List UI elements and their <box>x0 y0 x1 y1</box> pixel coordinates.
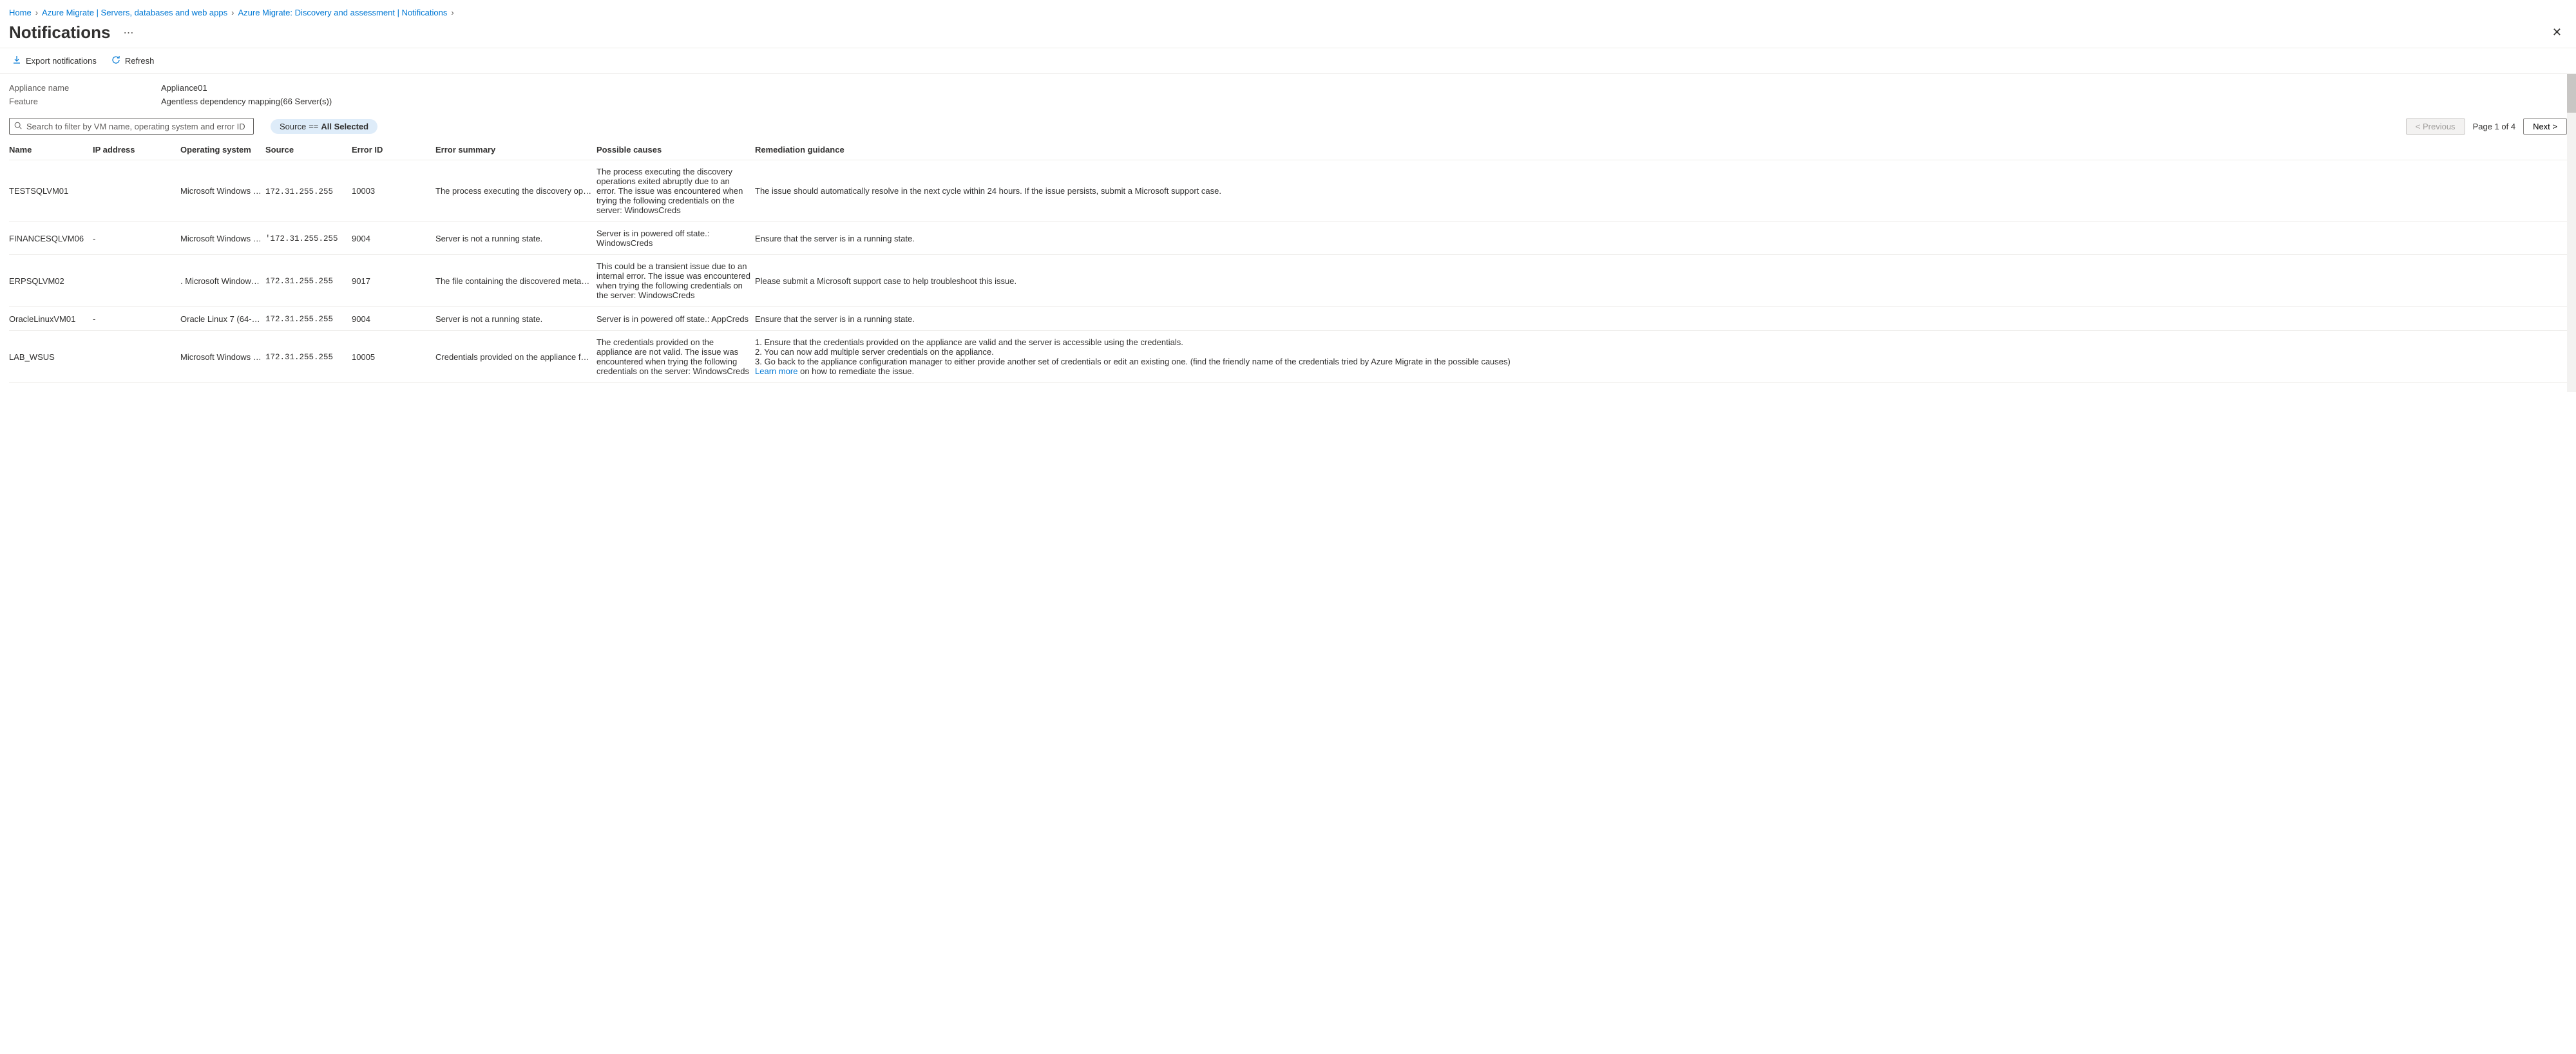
appliance-name-value: Appliance01 <box>161 83 207 93</box>
chevron-right-icon: › <box>451 8 453 17</box>
pager: < Previous Page 1 of 4 Next > <box>2406 118 2567 135</box>
previous-button[interactable]: < Previous <box>2406 118 2465 135</box>
col-ip[interactable]: IP address <box>93 140 180 160</box>
cell-source: 172.31.255.255 <box>265 160 352 222</box>
cell-summary: Credentials provided on the appliance fo… <box>435 331 596 383</box>
search-box[interactable] <box>9 118 254 135</box>
feature-value: Agentless dependency mapping(66 Server(s… <box>161 97 332 106</box>
table-header-row: Name IP address Operating system Source … <box>9 140 2567 160</box>
table-row[interactable]: OracleLinuxVM01-Oracle Linux 7 (64-bit)1… <box>9 307 2567 331</box>
more-icon[interactable]: ⋯ <box>123 26 134 39</box>
col-name[interactable]: Name <box>9 140 93 160</box>
breadcrumb: Home › Azure Migrate | Servers, database… <box>0 0 2576 21</box>
chevron-right-icon: › <box>35 8 38 17</box>
cell-name: LAB_WSUS <box>9 331 93 383</box>
cell-ip <box>93 331 180 383</box>
cell-error-id: 9017 <box>352 255 435 307</box>
cell-cause: Server is in powered off state.: AppCred… <box>596 307 755 331</box>
cell-source: 172.31.255.255 <box>265 307 352 331</box>
breadcrumb-item-2[interactable]: Azure Migrate: Discovery and assessment … <box>238 8 447 17</box>
cell-ip: - <box>93 307 180 331</box>
col-src[interactable]: Source <box>265 140 352 160</box>
cell-cause: Server is in powered off state.: Windows… <box>596 222 755 255</box>
content: Appliance name Appliance01 Feature Agent… <box>0 74 2576 392</box>
cell-os: Microsoft Windows … <box>180 160 265 222</box>
cell-ip: - <box>93 222 180 255</box>
learn-more-link[interactable]: Learn more <box>755 366 797 376</box>
col-err[interactable]: Error ID <box>352 140 435 160</box>
table-row[interactable]: ERPSQLVM02 . Microsoft Windows …172.31.25… <box>9 255 2567 307</box>
cell-name: OracleLinuxVM01 <box>9 307 93 331</box>
cell-cause: The credentials provided on the applianc… <box>596 331 755 383</box>
pill-value: All Selected <box>321 122 368 131</box>
col-os[interactable]: Operating system <box>180 140 265 160</box>
breadcrumb-item-1[interactable]: Azure Migrate | Servers, databases and w… <box>42 8 227 17</box>
cell-cause: The process executing the discovery oper… <box>596 160 755 222</box>
source-filter-pill[interactable]: Source == All Selected <box>271 119 377 134</box>
download-icon <box>12 55 22 67</box>
col-cause[interactable]: Possible causes <box>596 140 755 160</box>
toolbar: Export notifications Refresh <box>0 48 2576 74</box>
cell-cause: This could be a transient issue due to a… <box>596 255 755 307</box>
title-row: Notifications ⋯ ✕ <box>0 21 2576 48</box>
cell-remediation: Ensure that the server is in a running s… <box>755 307 2567 331</box>
cell-error-id: 9004 <box>352 307 435 331</box>
page-title: Notifications <box>9 23 110 42</box>
search-icon <box>14 121 23 132</box>
cell-os: Microsoft Windows … <box>180 331 265 383</box>
pill-key: Source <box>280 122 306 131</box>
cell-name: TESTSQLVM01 <box>9 160 93 222</box>
table-row[interactable]: TESTSQLVM01 Microsoft Windows …172.31.255… <box>9 160 2567 222</box>
cell-ip <box>93 160 180 222</box>
scrollbar[interactable] <box>2567 74 2576 392</box>
scroll-thumb[interactable] <box>2567 74 2576 113</box>
cell-os: Oracle Linux 7 (64-bit) <box>180 307 265 331</box>
table-row[interactable]: FINANCESQLVM06-Microsoft Windows …'172.3… <box>9 222 2567 255</box>
cell-remediation: Ensure that the server is in a running s… <box>755 222 2567 255</box>
cell-error-id: 9004 <box>352 222 435 255</box>
cell-summary: The file containing the discovered metad… <box>435 255 596 307</box>
meta-table: Appliance name Appliance01 Feature Agent… <box>9 83 2567 106</box>
cell-source: 172.31.255.255 <box>265 331 352 383</box>
next-button[interactable]: Next > <box>2523 118 2567 135</box>
cell-source: '172.31.255.255 <box>265 222 352 255</box>
cell-error-id: 10003 <box>352 160 435 222</box>
cell-name: ERPSQLVM02 <box>9 255 93 307</box>
cell-summary: Server is not a running state. <box>435 222 596 255</box>
search-input[interactable] <box>23 121 249 132</box>
cell-source: 172.31.255.255 <box>265 255 352 307</box>
chevron-right-icon: › <box>231 8 234 17</box>
refresh-button[interactable]: Refresh <box>111 55 155 67</box>
export-notifications-button[interactable]: Export notifications <box>12 55 97 67</box>
refresh-icon <box>111 55 121 67</box>
export-notifications-label: Export notifications <box>26 56 97 66</box>
breadcrumb-home[interactable]: Home <box>9 8 32 17</box>
cell-summary: Server is not a running state. <box>435 307 596 331</box>
cell-name: FINANCESQLVM06 <box>9 222 93 255</box>
filter-row: Source == All Selected < Previous Page 1… <box>9 118 2567 135</box>
cell-remediation: The issue should automatically resolve i… <box>755 160 2567 222</box>
refresh-label: Refresh <box>125 56 155 66</box>
cell-error-id: 10005 <box>352 331 435 383</box>
cell-ip <box>93 255 180 307</box>
col-rem[interactable]: Remediation guidance <box>755 140 2567 160</box>
col-sum[interactable]: Error summary <box>435 140 596 160</box>
cell-os: Microsoft Windows … <box>180 222 265 255</box>
cell-os: . Microsoft Windows … <box>180 255 265 307</box>
close-icon[interactable]: ✕ <box>2547 23 2567 42</box>
cell-remediation: 1. Ensure that the credentials provided … <box>755 331 2567 383</box>
cell-remediation: Please submit a Microsoft support case t… <box>755 255 2567 307</box>
cell-summary: The process executing the discovery oper… <box>435 160 596 222</box>
feature-label: Feature <box>9 97 161 106</box>
table-row[interactable]: LAB_WSUS Microsoft Windows …172.31.255.25… <box>9 331 2567 383</box>
appliance-name-label: Appliance name <box>9 83 161 93</box>
pager-label: Page 1 of 4 <box>2473 122 2516 131</box>
notifications-table: Name IP address Operating system Source … <box>9 140 2567 383</box>
pill-op: == <box>309 122 318 131</box>
